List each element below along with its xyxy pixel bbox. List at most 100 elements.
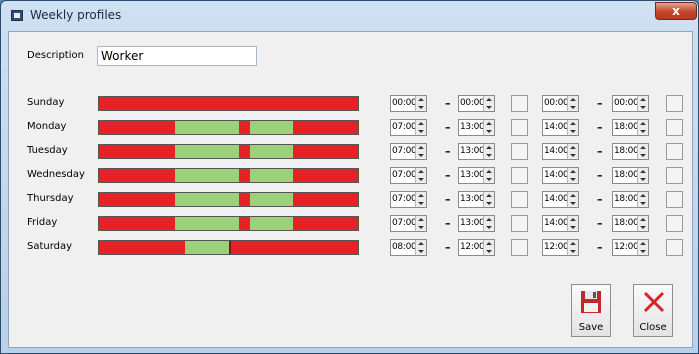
- down-arrow-icon[interactable]: [486, 178, 492, 181]
- time-spinner-thursday-4[interactable]: 18:00: [612, 191, 649, 208]
- up-arrow-icon[interactable]: [640, 98, 646, 101]
- down-arrow-icon[interactable]: [486, 106, 492, 109]
- up-arrow-icon[interactable]: [418, 218, 424, 221]
- spinner-arrows-icon[interactable]: [415, 168, 426, 183]
- down-arrow-icon[interactable]: [418, 130, 424, 133]
- down-arrow-icon[interactable]: [570, 178, 576, 181]
- up-arrow-icon[interactable]: [570, 170, 576, 173]
- spinner-arrows-icon[interactable]: [483, 168, 494, 183]
- time-spinner-wednesday-3[interactable]: 14:00: [542, 167, 579, 184]
- up-arrow-icon[interactable]: [570, 218, 576, 221]
- down-arrow-icon[interactable]: [418, 226, 424, 229]
- up-arrow-icon[interactable]: [486, 146, 492, 149]
- down-arrow-icon[interactable]: [640, 202, 646, 205]
- spinner-arrows-icon[interactable]: [415, 240, 426, 255]
- up-arrow-icon[interactable]: [570, 146, 576, 149]
- time-spinner-tuesday-3[interactable]: 14:00: [542, 143, 579, 160]
- spinner-arrows-icon[interactable]: [415, 144, 426, 159]
- up-arrow-icon[interactable]: [570, 122, 576, 125]
- period-toggle-button-tuesday-1[interactable]: [511, 143, 528, 160]
- up-arrow-icon[interactable]: [570, 194, 576, 197]
- up-arrow-icon[interactable]: [418, 170, 424, 173]
- spinner-arrows-icon[interactable]: [483, 120, 494, 135]
- spinner-arrows-icon[interactable]: [483, 192, 494, 207]
- down-arrow-icon[interactable]: [570, 130, 576, 133]
- save-button[interactable]: Save: [571, 284, 611, 337]
- period-toggle-button-thursday-1[interactable]: [511, 191, 528, 208]
- down-arrow-icon[interactable]: [486, 130, 492, 133]
- up-arrow-icon[interactable]: [418, 122, 424, 125]
- up-arrow-icon[interactable]: [640, 242, 646, 245]
- spinner-arrows-icon[interactable]: [637, 240, 648, 255]
- down-arrow-icon[interactable]: [570, 106, 576, 109]
- down-arrow-icon[interactable]: [418, 202, 424, 205]
- up-arrow-icon[interactable]: [640, 194, 646, 197]
- period-toggle-button-wednesday-1[interactable]: [511, 167, 528, 184]
- up-arrow-icon[interactable]: [418, 242, 424, 245]
- period-toggle-button-monday-1[interactable]: [511, 119, 528, 136]
- down-arrow-icon[interactable]: [418, 178, 424, 181]
- up-arrow-icon[interactable]: [486, 218, 492, 221]
- up-arrow-icon[interactable]: [486, 98, 492, 101]
- time-spinner-sunday-2[interactable]: 00:00: [458, 95, 495, 112]
- down-arrow-icon[interactable]: [640, 106, 646, 109]
- down-arrow-icon[interactable]: [486, 226, 492, 229]
- time-spinner-tuesday-1[interactable]: 07:00: [390, 143, 427, 160]
- spinner-arrows-icon[interactable]: [483, 240, 494, 255]
- time-spinner-saturday-2[interactable]: 12:00: [458, 239, 495, 256]
- down-arrow-icon[interactable]: [640, 130, 646, 133]
- time-spinner-tuesday-4[interactable]: 18:00: [612, 143, 649, 160]
- spinner-arrows-icon[interactable]: [567, 192, 578, 207]
- time-spinner-friday-4[interactable]: 18:00: [612, 215, 649, 232]
- period-toggle-button-friday-2[interactable]: [666, 215, 683, 232]
- time-spinner-monday-4[interactable]: 18:00: [612, 119, 649, 136]
- period-toggle-button-wednesday-2[interactable]: [666, 167, 683, 184]
- up-arrow-icon[interactable]: [418, 146, 424, 149]
- down-arrow-icon[interactable]: [640, 154, 646, 157]
- time-spinner-wednesday-1[interactable]: 07:00: [390, 167, 427, 184]
- spinner-arrows-icon[interactable]: [637, 216, 648, 231]
- up-arrow-icon[interactable]: [570, 242, 576, 245]
- down-arrow-icon[interactable]: [570, 226, 576, 229]
- up-arrow-icon[interactable]: [640, 122, 646, 125]
- down-arrow-icon[interactable]: [418, 154, 424, 157]
- up-arrow-icon[interactable]: [640, 218, 646, 221]
- spinner-arrows-icon[interactable]: [567, 96, 578, 111]
- spinner-arrows-icon[interactable]: [637, 120, 648, 135]
- down-arrow-icon[interactable]: [570, 250, 576, 253]
- period-toggle-button-thursday-2[interactable]: [666, 191, 683, 208]
- spinner-arrows-icon[interactable]: [567, 120, 578, 135]
- period-toggle-button-saturday-1[interactable]: [511, 239, 528, 256]
- down-arrow-icon[interactable]: [640, 250, 646, 253]
- period-toggle-button-sunday-1[interactable]: [511, 95, 528, 112]
- up-arrow-icon[interactable]: [418, 194, 424, 197]
- down-arrow-icon[interactable]: [640, 178, 646, 181]
- up-arrow-icon[interactable]: [570, 98, 576, 101]
- time-spinner-friday-3[interactable]: 14:00: [542, 215, 579, 232]
- time-spinner-monday-1[interactable]: 07:00: [390, 119, 427, 136]
- time-spinner-monday-3[interactable]: 14:00: [542, 119, 579, 136]
- time-spinner-saturday-3[interactable]: 12:00: [542, 239, 579, 256]
- spinner-arrows-icon[interactable]: [483, 96, 494, 111]
- time-spinner-sunday-1[interactable]: 00:00: [390, 95, 427, 112]
- time-spinner-thursday-3[interactable]: 14:00: [542, 191, 579, 208]
- time-spinner-saturday-1[interactable]: 08:00: [390, 239, 427, 256]
- down-arrow-icon[interactable]: [570, 154, 576, 157]
- time-spinner-wednesday-2[interactable]: 13:00: [458, 167, 495, 184]
- up-arrow-icon[interactable]: [418, 98, 424, 101]
- time-spinner-sunday-4[interactable]: 00:00: [612, 95, 649, 112]
- time-spinner-saturday-4[interactable]: 12:00: [612, 239, 649, 256]
- down-arrow-icon[interactable]: [418, 106, 424, 109]
- spinner-arrows-icon[interactable]: [637, 192, 648, 207]
- time-spinner-wednesday-4[interactable]: 18:00: [612, 167, 649, 184]
- up-arrow-icon[interactable]: [486, 194, 492, 197]
- spinner-arrows-icon[interactable]: [567, 216, 578, 231]
- spinner-arrows-icon[interactable]: [415, 216, 426, 231]
- time-spinner-tuesday-2[interactable]: 13:00: [458, 143, 495, 160]
- spinner-arrows-icon[interactable]: [637, 168, 648, 183]
- up-arrow-icon[interactable]: [486, 122, 492, 125]
- window-close-button[interactable]: x: [655, 2, 697, 20]
- down-arrow-icon[interactable]: [486, 250, 492, 253]
- spinner-arrows-icon[interactable]: [567, 168, 578, 183]
- spinner-arrows-icon[interactable]: [637, 144, 648, 159]
